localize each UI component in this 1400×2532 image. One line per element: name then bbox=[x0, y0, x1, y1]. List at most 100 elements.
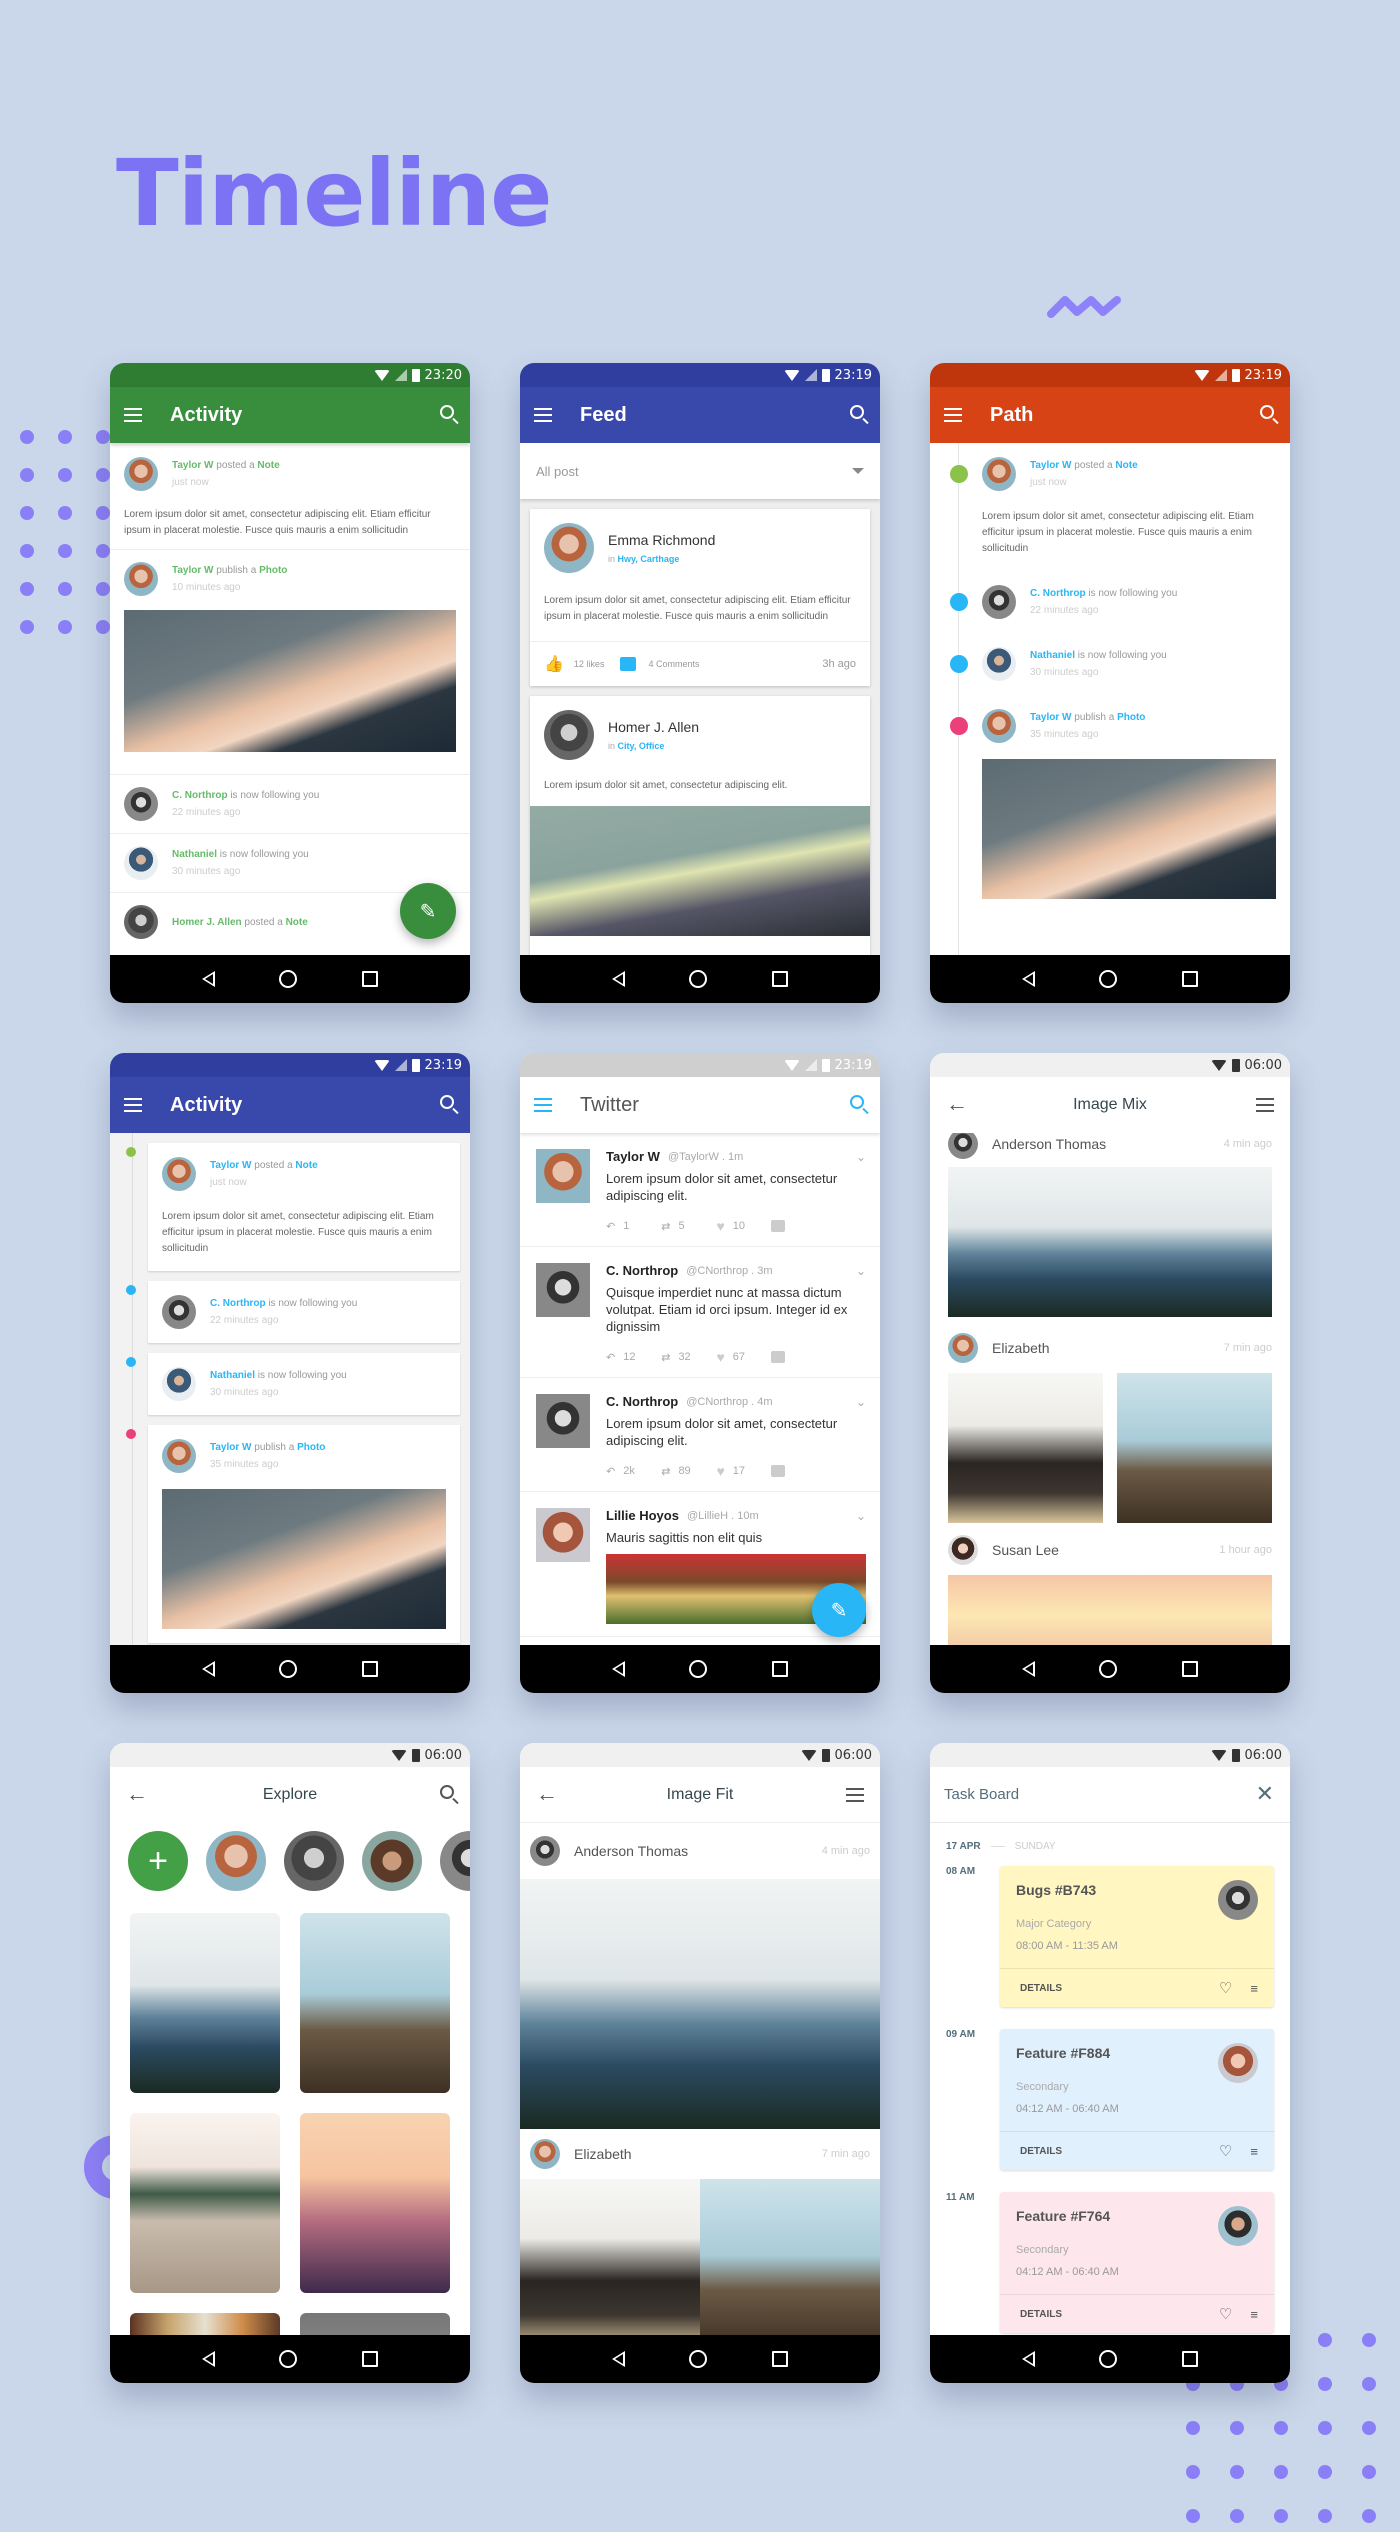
heart-outline-icon[interactable]: ♡ bbox=[1219, 2142, 1232, 2160]
search-icon[interactable] bbox=[850, 405, 864, 419]
menu-icon[interactable] bbox=[846, 1788, 864, 1802]
timeline-card[interactable]: Taylor W posted a Note just now Lorem ip… bbox=[148, 1143, 460, 1271]
timeline-item[interactable]: Taylor W publish a Photo 35 minutes ago bbox=[930, 695, 1290, 913]
feed-card[interactable]: Emma Richmond in Hwy, Carthage Lorem ips… bbox=[530, 509, 870, 686]
tweet[interactable]: C. Northrop @CNorthrop . 3m ⌄ Quisque im… bbox=[520, 1247, 880, 1378]
close-icon[interactable]: ✕ bbox=[1256, 1781, 1274, 1807]
menu-icon[interactable] bbox=[1256, 1098, 1274, 1112]
post-photo[interactable] bbox=[520, 1879, 880, 2129]
list-icon[interactable]: ≡ bbox=[1250, 2307, 1258, 2322]
list-icon[interactable]: ≡ bbox=[1250, 2144, 1258, 2159]
search-icon[interactable] bbox=[440, 405, 454, 419]
details-button[interactable]: DETAILS bbox=[1020, 2309, 1062, 2320]
home-nav-icon[interactable] bbox=[689, 1660, 708, 1678]
post-photo[interactable] bbox=[1117, 1373, 1272, 1523]
recents-nav-icon[interactable] bbox=[1181, 2351, 1198, 2367]
recents-nav-icon[interactable] bbox=[361, 1661, 378, 1677]
task-card[interactable]: Feature #F884 Secondary 04:12 AM - 06:40… bbox=[1000, 2029, 1274, 2170]
list-item[interactable]: Nathaniel is now following you 30 minute… bbox=[110, 834, 470, 892]
back-nav-icon[interactable] bbox=[612, 1661, 626, 1677]
menu-icon[interactable] bbox=[534, 1098, 552, 1112]
post-photo[interactable] bbox=[520, 2179, 700, 2335]
grid-photo[interactable] bbox=[300, 1913, 450, 2093]
heart-icon[interactable]: ♥ bbox=[716, 1349, 724, 1365]
recents-nav-icon[interactable] bbox=[361, 971, 378, 987]
heart-outline-icon[interactable]: ♡ bbox=[1219, 1979, 1232, 1997]
compose-fab[interactable]: ✎ bbox=[812, 1583, 866, 1637]
post-photo[interactable] bbox=[982, 759, 1276, 899]
search-icon[interactable] bbox=[440, 1095, 454, 1109]
location-link[interactable]: Hwy, Carthage bbox=[618, 554, 680, 564]
comment-icon[interactable] bbox=[620, 657, 637, 671]
heart-icon[interactable]: ♥ bbox=[716, 1463, 724, 1479]
home-nav-icon[interactable] bbox=[1099, 2350, 1118, 2368]
menu-icon[interactable] bbox=[944, 408, 962, 422]
heart-icon[interactable]: ♥ bbox=[716, 1218, 724, 1234]
chevron-down-icon[interactable]: ⌄ bbox=[856, 1395, 866, 1409]
recents-nav-icon[interactable] bbox=[771, 1661, 788, 1677]
heart-outline-icon[interactable]: ♡ bbox=[1219, 2305, 1232, 2323]
post-photo[interactable] bbox=[948, 1575, 1272, 1645]
timeline-card[interactable]: C. Northrop is now following you 22 minu… bbox=[148, 1281, 460, 1343]
task-card[interactable]: Bugs #B743 Major Category 08:00 AM - 11:… bbox=[1000, 1866, 1274, 2007]
post-photo[interactable] bbox=[124, 610, 456, 752]
grid-photo[interactable] bbox=[300, 2113, 450, 2293]
back-nav-icon[interactable] bbox=[1022, 1661, 1036, 1677]
home-nav-icon[interactable] bbox=[279, 970, 298, 988]
chevron-down-icon[interactable]: ⌄ bbox=[856, 1264, 866, 1278]
task-card[interactable]: Feature #F764 Secondary 04:12 AM - 06:40… bbox=[1000, 2192, 1274, 2333]
recents-nav-icon[interactable] bbox=[361, 2351, 378, 2367]
recents-nav-icon[interactable] bbox=[1181, 971, 1198, 987]
home-nav-icon[interactable] bbox=[1099, 1660, 1118, 1678]
menu-icon[interactable] bbox=[534, 408, 552, 422]
message-icon[interactable] bbox=[770, 1220, 785, 1232]
list-item[interactable]: Taylor W publish a Photo 10 minutes ago bbox=[110, 550, 470, 764]
story-avatar[interactable] bbox=[362, 1831, 422, 1891]
home-nav-icon[interactable] bbox=[689, 2350, 708, 2368]
back-nav-icon[interactable] bbox=[1022, 971, 1036, 987]
tweet[interactable]: C. Northrop @CNorthrop . 4m ⌄ Lorem ipsu… bbox=[520, 1378, 880, 1492]
comment-count[interactable]: 4 Comments bbox=[648, 659, 699, 669]
chevron-down-icon[interactable]: ⌄ bbox=[856, 1509, 866, 1523]
reply-icon[interactable]: ↶ bbox=[606, 1465, 615, 1478]
story-avatar[interactable] bbox=[284, 1831, 344, 1891]
back-arrow-icon[interactable]: ← bbox=[126, 1781, 148, 1807]
compose-fab[interactable]: ✎ bbox=[400, 883, 456, 939]
post-photo[interactable] bbox=[530, 806, 870, 936]
chevron-down-icon[interactable]: ⌄ bbox=[856, 1150, 866, 1164]
timeline-item[interactable]: C. Northrop is now following you 22 minu… bbox=[930, 571, 1290, 633]
reply-icon[interactable]: ↶ bbox=[606, 1351, 615, 1364]
post-photo[interactable] bbox=[948, 1167, 1272, 1317]
retweet-icon[interactable]: ⇄ bbox=[661, 1465, 670, 1478]
timeline-item[interactable]: Taylor W posted a Note just now Lorem ip… bbox=[930, 443, 1290, 571]
post-photo[interactable] bbox=[162, 1489, 446, 1629]
back-nav-icon[interactable] bbox=[612, 2351, 626, 2367]
back-nav-icon[interactable] bbox=[202, 971, 216, 987]
message-icon[interactable] bbox=[770, 1351, 785, 1363]
timeline-card[interactable]: Nathaniel is now following you 30 minute… bbox=[148, 1353, 460, 1415]
grid-photo[interactable] bbox=[300, 2313, 450, 2335]
search-icon[interactable] bbox=[1260, 405, 1274, 419]
tweet[interactable]: Taylor W @TaylorW . 1m ⌄ Lorem ipsum dol… bbox=[520, 1133, 880, 1247]
retweet-icon[interactable]: ⇄ bbox=[661, 1351, 670, 1364]
story-avatar[interactable] bbox=[440, 1831, 470, 1891]
menu-icon[interactable] bbox=[124, 408, 142, 422]
post-photo[interactable] bbox=[700, 2179, 880, 2335]
back-nav-icon[interactable] bbox=[202, 1661, 216, 1677]
home-nav-icon[interactable] bbox=[279, 2350, 298, 2368]
back-arrow-icon[interactable]: ← bbox=[946, 1091, 968, 1117]
story-avatar[interactable] bbox=[206, 1831, 266, 1891]
search-icon[interactable] bbox=[440, 1785, 454, 1799]
list-item[interactable]: Taylor W posted a Note just now Lorem ip… bbox=[110, 443, 470, 549]
post-photo[interactable] bbox=[948, 1373, 1103, 1523]
details-button[interactable]: DETAILS bbox=[1020, 2146, 1062, 2157]
recents-nav-icon[interactable] bbox=[771, 2351, 788, 2367]
grid-photo[interactable] bbox=[130, 2113, 280, 2293]
grid-photo[interactable] bbox=[130, 2313, 280, 2335]
timeline-card[interactable]: Taylor W publish a Photo 35 minutes ago bbox=[148, 1425, 460, 1643]
home-nav-icon[interactable] bbox=[689, 970, 708, 988]
menu-icon[interactable] bbox=[124, 1098, 142, 1112]
list-item[interactable]: C. Northrop is now following you 22 minu… bbox=[110, 775, 470, 833]
thumbs-up-icon[interactable]: 👍 bbox=[544, 654, 564, 674]
grid-photo[interactable] bbox=[130, 1913, 280, 2093]
